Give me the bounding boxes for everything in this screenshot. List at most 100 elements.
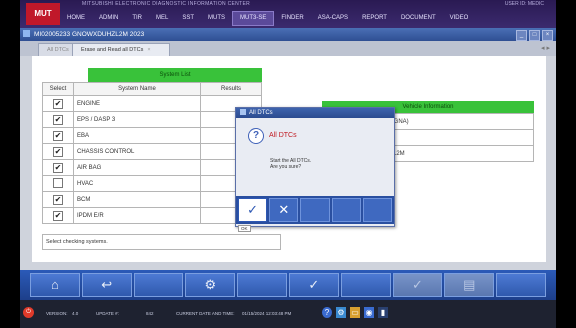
- tab-close-icon[interactable]: ×: [147, 47, 150, 53]
- nav-mel[interactable]: MEL: [149, 11, 175, 26]
- tool-button[interactable]: ⚙: [185, 273, 236, 297]
- ok-button[interactable]: ✓: [238, 198, 268, 222]
- table-row[interactable]: ✔ AIR BAG: [42, 159, 262, 176]
- select-checkbox[interactable]: ✔: [53, 130, 63, 141]
- system-list: System List Select System Name Results ✔…: [42, 68, 262, 224]
- maximize-button[interactable]: □: [529, 30, 540, 41]
- nav-mut3-se[interactable]: MUT3-SE: [232, 11, 275, 26]
- table-row[interactable]: ✔ CHASSIS CONTROL: [42, 143, 262, 160]
- table-row[interactable]: ✔ BCM: [42, 191, 262, 208]
- close-button[interactable]: ×: [542, 30, 553, 41]
- function-bar: ⌂ ↩ ⚙ ✓ ✓ ▤: [20, 270, 556, 300]
- back-button[interactable]: ↩: [81, 273, 132, 297]
- app-title: MITSUBISHI ELECTRONIC DIAGNOSTIC INFORMA…: [82, 1, 250, 7]
- select-cell: ✔: [42, 95, 74, 112]
- select-checkbox[interactable]: ✔: [53, 146, 63, 157]
- nav-report[interactable]: REPORT: [355, 11, 394, 26]
- datetime-label: CURRENT DATE AND TIME:: [176, 311, 235, 316]
- window-icon: [23, 30, 30, 37]
- system-name: HVAC: [73, 175, 201, 192]
- nav-admin[interactable]: ADMIN: [92, 11, 125, 26]
- window-controls: _ □ ×: [516, 30, 553, 41]
- system-name: BCM: [73, 191, 201, 208]
- blank-func-button[interactable]: [340, 273, 391, 297]
- confirm-check-button[interactable]: ✓: [392, 273, 443, 297]
- select-cell: ✔: [42, 207, 74, 224]
- battery-icon: ▮: [378, 307, 388, 318]
- help-icon[interactable]: ?: [322, 307, 332, 318]
- table-row[interactable]: ✔ IPDM E/R: [42, 207, 262, 224]
- nav-muts[interactable]: MUTS: [201, 11, 232, 26]
- nav-tir[interactable]: TIR: [125, 11, 149, 26]
- table-row[interactable]: ✔ ENGINE: [42, 95, 262, 112]
- update-value: 842: [146, 311, 154, 316]
- nav-sst[interactable]: SST: [175, 11, 201, 26]
- tab-erase-read-dtcs[interactable]: Erase and Read all DTCs ×: [72, 43, 170, 57]
- tab-strip: All DTCs Erase and Read all DTCs × ◂ ▸: [20, 41, 556, 57]
- nav-finder[interactable]: FINDER: [274, 11, 310, 26]
- select-cell: ✔: [42, 127, 74, 144]
- question-icon: ?: [248, 128, 264, 144]
- status-message: Select checking systems.: [42, 234, 281, 250]
- table-row[interactable]: HVAC: [42, 175, 262, 192]
- home-button[interactable]: ⌂: [30, 273, 80, 297]
- col-system-name: System Name: [73, 82, 201, 96]
- confirm-dialog: All DTCs ? All DTCs Start the All DTCs. …: [235, 107, 395, 227]
- table-row[interactable]: ✔ EPS / DASP 3: [42, 111, 262, 128]
- blank-func-button[interactable]: [237, 273, 287, 297]
- tab-prev-icon[interactable]: ◂: [541, 45, 545, 52]
- dialog-heading: All DTCs: [269, 132, 297, 139]
- select-checkbox[interactable]: ✔: [53, 210, 63, 221]
- dialog-empty-button: [362, 198, 393, 222]
- network-icon[interactable]: ◉: [364, 307, 374, 318]
- dialog-empty-button: [331, 198, 361, 222]
- user-id: USER ID: MEDIC: [504, 1, 544, 7]
- select-checkbox[interactable]: ✔: [53, 194, 63, 205]
- dialog-title: All DTCs: [249, 110, 273, 116]
- cancel-button[interactable]: ✕: [269, 198, 299, 222]
- power-icon[interactable]: ⏻: [23, 307, 34, 318]
- nav-asa-caps[interactable]: ASA-CAPS: [311, 11, 355, 26]
- version-value: 4.0: [72, 311, 79, 316]
- select-checkbox[interactable]: [53, 177, 63, 188]
- select-cell: ✔: [42, 191, 74, 208]
- dialog-message: Start the All DTCs. Are you sure?: [270, 158, 380, 170]
- folder-icon[interactable]: ▭: [350, 307, 360, 318]
- system-name: CHASSIS CONTROL: [73, 143, 201, 160]
- dialog-message-line2: Are you sure?: [270, 164, 302, 170]
- execute-button[interactable]: ✓: [288, 273, 339, 297]
- select-cell: ✔: [42, 143, 74, 160]
- document-button[interactable]: ▤: [444, 273, 495, 297]
- window-titlebar: MI02005233 GNOWXDUHZL2M 2023 _ □ ×: [20, 28, 556, 41]
- system-name: EBA: [73, 127, 201, 144]
- select-cell: ✔: [42, 159, 74, 176]
- select-checkbox[interactable]: ✔: [53, 114, 63, 125]
- col-results: Results: [200, 82, 262, 96]
- settings-icon[interactable]: ⚙: [336, 307, 346, 318]
- top-header: MUT MITSUBISHI ELECTRONIC DIAGNOSTIC INF…: [20, 0, 556, 28]
- version-label: VERSION:: [46, 311, 68, 316]
- dialog-titlebar: All DTCs: [236, 108, 394, 118]
- system-name: ENGINE: [73, 95, 201, 112]
- select-cell: ✔: [42, 111, 74, 128]
- tray-icons: ? ⚙ ▭ ◉ ▮: [322, 307, 388, 318]
- medic-logo: MUT: [26, 3, 60, 25]
- update-label: UPDATE #:: [96, 311, 119, 316]
- select-cell: [42, 175, 74, 192]
- window-title: MI02005233 GNOWXDUHZL2M 2023: [34, 31, 145, 38]
- select-checkbox[interactable]: ✔: [53, 98, 63, 109]
- blank-func-button[interactable]: [496, 273, 546, 297]
- dialog-icon: [240, 109, 246, 115]
- table-row[interactable]: ✔ EBA: [42, 127, 262, 144]
- nav-video[interactable]: VIDEO: [443, 11, 476, 26]
- tab-nav: ◂ ▸: [541, 44, 550, 52]
- system-table: Select System Name Results ✔ ENGINE ✔ EPS /…: [42, 82, 262, 224]
- tab-next-icon[interactable]: ▸: [546, 45, 550, 52]
- nav-document[interactable]: DOCUMENT: [394, 11, 443, 26]
- nav-home[interactable]: HOME: [60, 11, 92, 26]
- dialog-empty-button: [300, 198, 330, 222]
- ok-tooltip: OK: [238, 225, 251, 232]
- select-checkbox[interactable]: ✔: [53, 162, 63, 173]
- blank-func-button[interactable]: [133, 273, 184, 297]
- minimize-button[interactable]: _: [516, 30, 527, 41]
